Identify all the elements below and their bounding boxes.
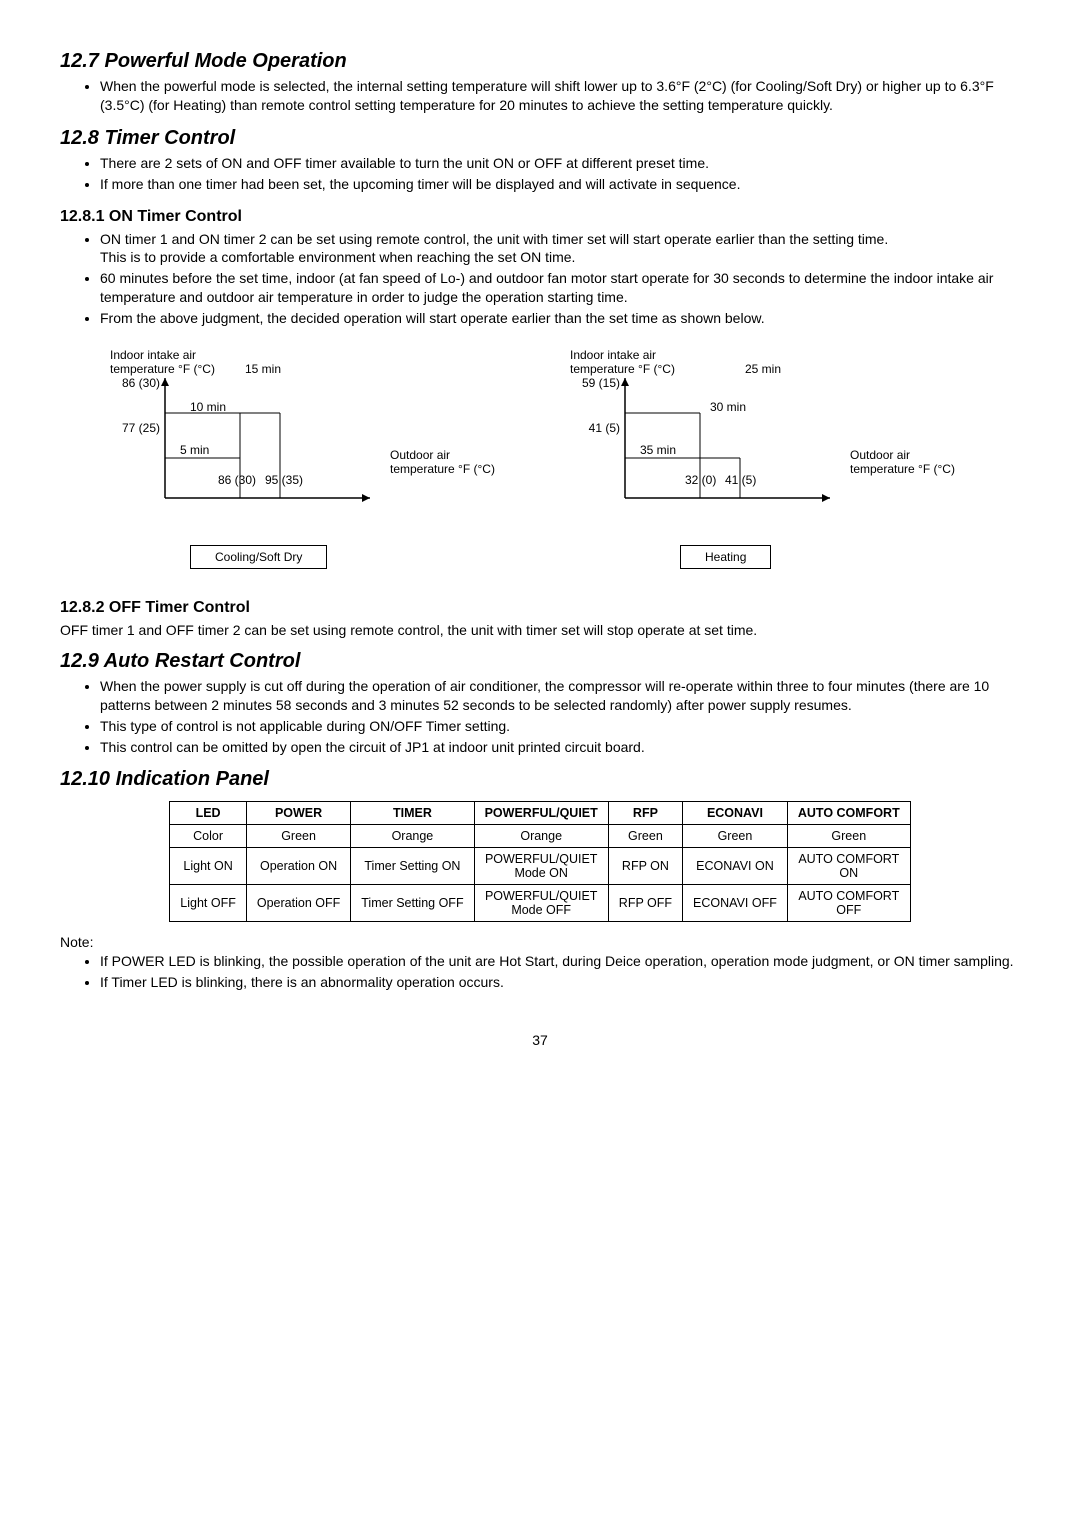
th-led: LED [170, 802, 247, 825]
led-indication-table: LED POWER TIMER POWERFUL/QUIET RFP ECONA… [169, 801, 910, 922]
cooling-region-10min: 10 min [190, 400, 226, 414]
heating-x-tick-2: 41 (5) [725, 473, 756, 487]
page-number: 37 [60, 1032, 1020, 1048]
heating-region-25min: 25 min [745, 362, 781, 376]
auto-restart-bullet-2: This type of control is not applicable d… [100, 717, 1020, 736]
cell: Orange [474, 825, 608, 848]
th-auto-comfort: AUTO COMFORT [787, 802, 910, 825]
cooling-x-axis-label: Outdoor airtemperature °F (°C) [390, 448, 500, 477]
heating-diagram: Indoor intake airtemperature °F (°C) 59 … [570, 348, 970, 569]
heating-x-axis-label: Outdoor airtemperature °F (°C) [850, 448, 960, 477]
cell: ECONAVI ON [683, 848, 788, 885]
cell: Green [683, 825, 788, 848]
th-econavi: ECONAVI [683, 802, 788, 825]
subsection-heading-on-timer: 12.8.1 ON Timer Control [60, 208, 1020, 226]
auto-restart-bullets: When the power supply is cut off during … [60, 677, 1020, 757]
cell: AUTO COMFORTOFF [787, 885, 910, 922]
cell: Timer Setting OFF [351, 885, 474, 922]
th-rfp: RFP [608, 802, 682, 825]
cell-light-off: Light OFF [170, 885, 247, 922]
heating-y-tick-1: 59 (15) [570, 376, 620, 390]
note-bullets: If POWER LED is blinking, the possible o… [60, 952, 1020, 992]
heating-region-35min: 35 min [640, 443, 676, 457]
cell: RFP ON [608, 848, 682, 885]
cooling-chart-svg [110, 378, 390, 528]
note-bullet-2: If Timer LED is blinking, there is an ab… [100, 973, 1020, 992]
heating-region-30min: 30 min [710, 400, 746, 414]
timer-diagrams: Indoor intake airtemperature °F (°C) 86 … [60, 348, 1020, 569]
on-timer-bullet-2: 60 minutes before the set time, indoor (… [100, 269, 1020, 307]
cell: Orange [351, 825, 474, 848]
heating-mode-box: Heating [680, 545, 771, 569]
cooling-region-15min: 15 min [245, 362, 281, 376]
powerful-bullet-1: When the powerful mode is selected, the … [100, 77, 1020, 115]
cooling-x-tick-2: 95 (35) [265, 473, 303, 487]
timer-bullet-1: There are 2 sets of ON and OFF timer ava… [100, 154, 1020, 173]
on-timer-bullet-1-text: ON timer 1 and ON timer 2 can be set usi… [100, 231, 888, 247]
cell: Timer Setting ON [351, 848, 474, 885]
off-timer-text: OFF timer 1 and OFF timer 2 can be set u… [60, 621, 1020, 640]
on-timer-bullet-1: ON timer 1 and ON timer 2 can be set usi… [100, 230, 1020, 268]
cooling-y-tick-2: 77 (25) [110, 421, 160, 435]
cell: Green [246, 825, 350, 848]
cooling-y-axis-label: Indoor intake airtemperature °F (°C) [110, 348, 510, 376]
cell: Green [608, 825, 682, 848]
cell: AUTO COMFORTON [787, 848, 910, 885]
cooling-region-5min: 5 min [180, 443, 209, 457]
auto-restart-bullet-3: This control can be omitted by open the … [100, 738, 1020, 757]
table-row: Light OFF Operation OFF Timer Setting OF… [170, 885, 910, 922]
cell-light-on: Light ON [170, 848, 247, 885]
section-heading-auto-restart: 12.9 Auto Restart Control [60, 650, 1020, 673]
th-timer: TIMER [351, 802, 474, 825]
th-power: POWER [246, 802, 350, 825]
on-timer-bullets: ON timer 1 and ON timer 2 can be set usi… [60, 230, 1020, 328]
section-heading-timer: 12.8 Timer Control [60, 127, 1020, 150]
cell: Green [787, 825, 910, 848]
cell: POWERFUL/QUIETMode OFF [474, 885, 608, 922]
table-header-row: LED POWER TIMER POWERFUL/QUIET RFP ECONA… [170, 802, 910, 825]
cell: Operation ON [246, 848, 350, 885]
table-row: Color Green Orange Orange Green Green Gr… [170, 825, 910, 848]
heating-y-tick-2: 41 (5) [570, 421, 620, 435]
cell: RFP OFF [608, 885, 682, 922]
powerful-bullets: When the powerful mode is selected, the … [60, 77, 1020, 115]
timer-bullet-2: If more than one timer had been set, the… [100, 175, 1020, 194]
cooling-diagram: Indoor intake airtemperature °F (°C) 86 … [110, 348, 510, 569]
auto-restart-bullet-1: When the power supply is cut off during … [100, 677, 1020, 715]
timer-bullets: There are 2 sets of ON and OFF timer ava… [60, 154, 1020, 194]
section-heading-powerful: 12.7 Powerful Mode Operation [60, 50, 1020, 73]
note-bullet-1: If POWER LED is blinking, the possible o… [100, 952, 1020, 971]
cell: POWERFUL/QUIETMode ON [474, 848, 608, 885]
cooling-mode-box: Cooling/Soft Dry [190, 545, 327, 569]
table-row: Light ON Operation ON Timer Setting ON P… [170, 848, 910, 885]
th-powerful-quiet: POWERFUL/QUIET [474, 802, 608, 825]
heating-x-tick-1: 32 (0) [685, 473, 716, 487]
cell: Operation OFF [246, 885, 350, 922]
cooling-x-tick-1: 86 (30) [218, 473, 256, 487]
cooling-y-tick-1: 86 (30) [110, 376, 160, 390]
subsection-heading-off-timer: 12.8.2 OFF Timer Control [60, 599, 1020, 617]
section-heading-indication-panel: 12.10 Indication Panel [60, 768, 1020, 791]
cell: ECONAVI OFF [683, 885, 788, 922]
cell-color: Color [170, 825, 247, 848]
on-timer-bullet-3: From the above judgment, the decided ope… [100, 309, 1020, 328]
on-timer-bullet-1-sub: This is to provide a comfortable environ… [100, 248, 1020, 267]
note-label: Note: [60, 934, 1020, 950]
